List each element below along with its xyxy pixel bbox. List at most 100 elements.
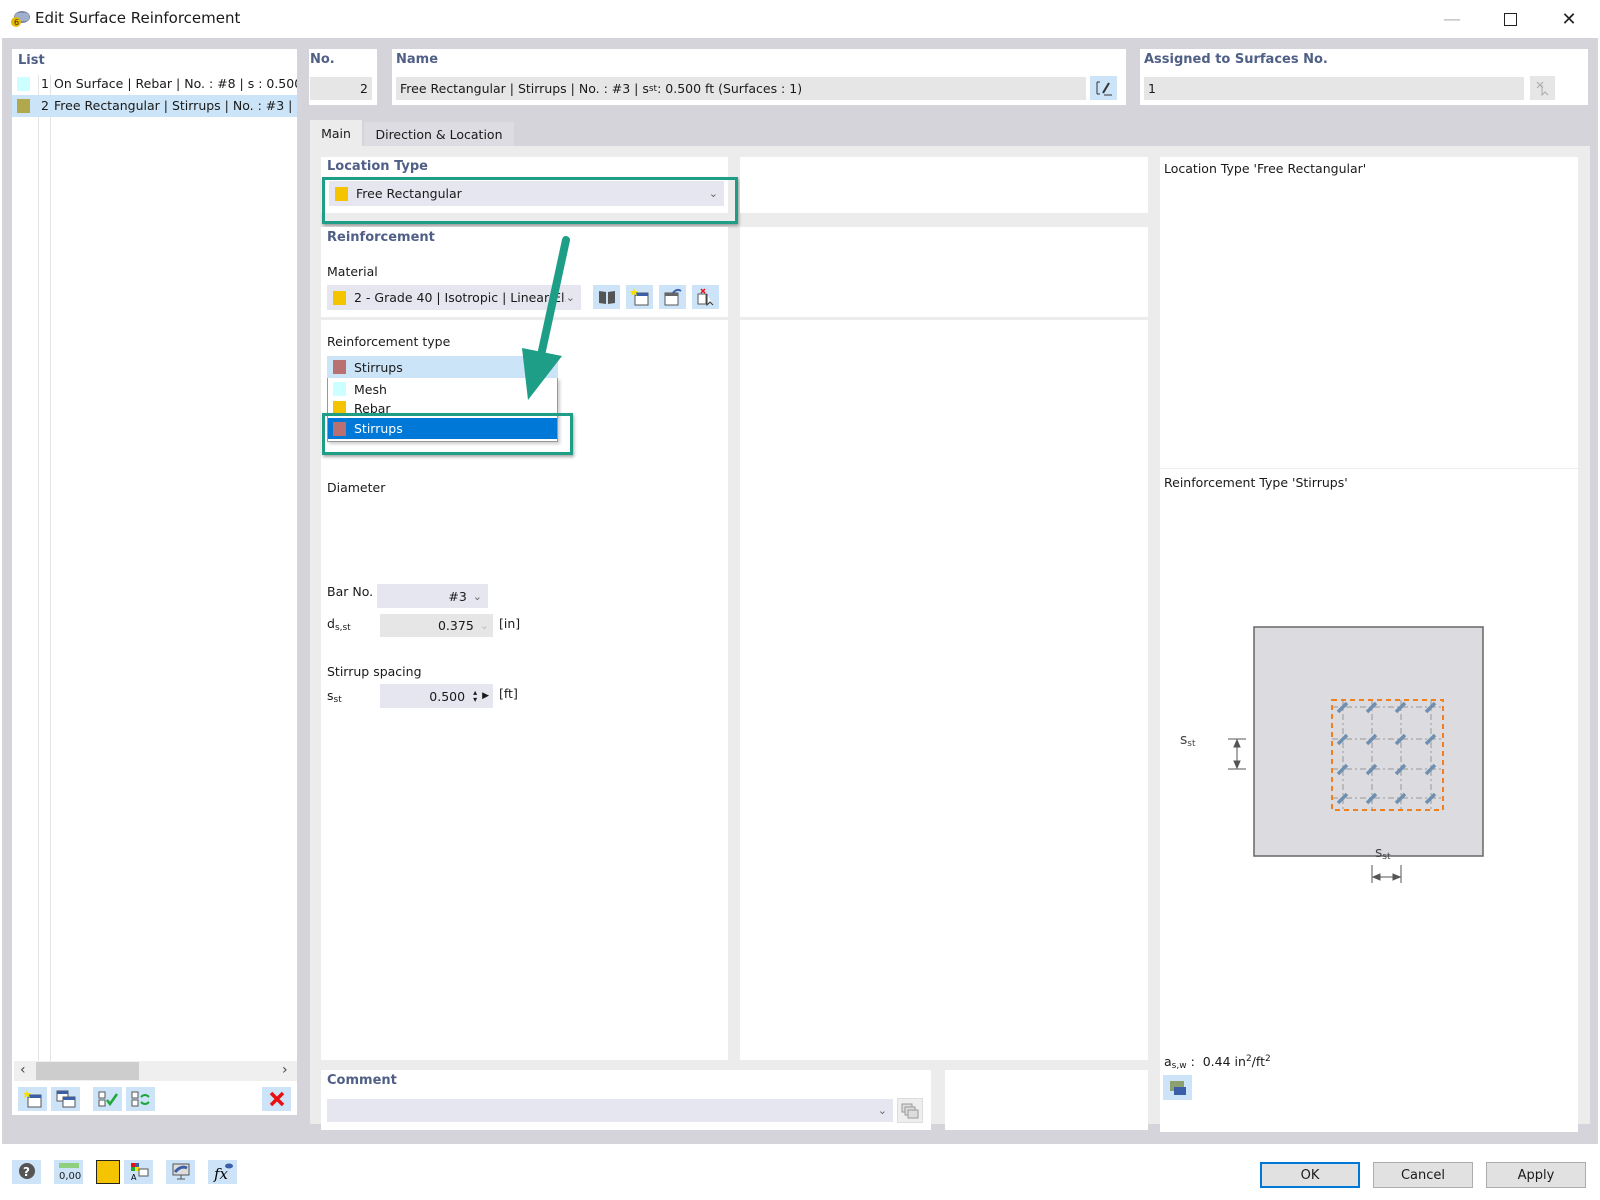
comment-library-button[interactable] bbox=[897, 1098, 923, 1123]
no-panel: No. 2 bbox=[309, 49, 377, 105]
assigned-panel: Assigned to Surfaces No. 1 bbox=[1140, 49, 1588, 105]
pick-material-button[interactable] bbox=[692, 285, 719, 309]
color-button[interactable] bbox=[96, 1160, 120, 1184]
diameter-label: Diameter bbox=[327, 480, 386, 495]
info-panel: Location Type 'Free Rectangular' Reinfor… bbox=[1160, 157, 1578, 1132]
list-item-no: 2 bbox=[41, 98, 49, 113]
ds-field[interactable]: 0.375 ⌄ bbox=[380, 614, 493, 637]
edit-window-icon bbox=[664, 288, 682, 306]
reinforcement-type-label: Reinforcement type bbox=[327, 334, 451, 349]
tab-direction-location[interactable]: Direction & Location bbox=[364, 122, 514, 146]
horizontal-dim-label: sst bbox=[1375, 845, 1391, 862]
view-button[interactable] bbox=[166, 1160, 195, 1184]
close-button[interactable]: ✕ bbox=[1540, 0, 1598, 38]
blank-panel-3 bbox=[740, 320, 1148, 1060]
edit-material-button[interactable] bbox=[659, 285, 686, 309]
list-item-1[interactable]: 1 On Surface | Rebar | No. : #8 | s : 0.… bbox=[12, 73, 297, 95]
new-material-button[interactable] bbox=[626, 285, 653, 309]
tab-bar: Main Direction & Location bbox=[310, 120, 1590, 146]
formula-button[interactable]: fx bbox=[208, 1160, 237, 1184]
check-all-button[interactable] bbox=[93, 1087, 122, 1111]
ds-unit: [in] bbox=[499, 616, 521, 631]
asw-readout: as,w : 0.44 in2/ft2 bbox=[1164, 1054, 1271, 1071]
ok-button[interactable]: OK bbox=[1260, 1162, 1360, 1188]
arrow-head bbox=[522, 348, 562, 400]
delete-icon bbox=[269, 1091, 284, 1107]
title-bar: 6 Edit Surface Reinforcement — ✕ bbox=[0, 0, 1600, 38]
new-window-icon bbox=[629, 288, 648, 306]
minimize-button[interactable]: — bbox=[1423, 0, 1481, 38]
units-button[interactable]: 0,00 bbox=[54, 1160, 83, 1184]
blank-panel-4 bbox=[945, 1070, 1148, 1130]
color-swatch bbox=[17, 99, 30, 113]
bottom-bar bbox=[0, 1144, 1600, 1200]
grid-details-icon bbox=[1169, 1080, 1186, 1095]
copy-windows-icon bbox=[901, 1103, 919, 1118]
toggle-check-button[interactable] bbox=[126, 1087, 155, 1111]
sst-unit: [ft] bbox=[499, 686, 518, 701]
copy-item-button[interactable] bbox=[51, 1087, 80, 1111]
list-item-label: On Surface | Rebar | No. : #8 | s : 0.50… bbox=[54, 76, 297, 91]
name-panel: Name Free Rectangular | Stirrups | No. :… bbox=[392, 49, 1126, 105]
horizontal-scrollbar[interactable]: ‹ › bbox=[14, 1061, 297, 1081]
edit-name-icon bbox=[1096, 81, 1112, 96]
formula-icon: fx bbox=[213, 1163, 233, 1182]
play-arrow-icon[interactable]: ▶ bbox=[482, 691, 489, 701]
scroll-right-icon[interactable]: › bbox=[282, 1062, 288, 1078]
material-library-button[interactable] bbox=[593, 285, 620, 309]
color-swatch bbox=[333, 382, 346, 396]
vertical-dimension bbox=[1228, 738, 1246, 770]
scrollbar-thumb[interactable] bbox=[36, 1062, 139, 1080]
delete-button[interactable] bbox=[262, 1087, 291, 1111]
location-type-caption: Location Type 'Free Rectangular' bbox=[1164, 161, 1367, 176]
chevron-down-icon: ⌄ bbox=[479, 619, 489, 632]
toggle-check-icon bbox=[131, 1091, 150, 1107]
svg-text:A: A bbox=[131, 1173, 137, 1182]
monitor-icon bbox=[172, 1163, 189, 1180]
comment-input[interactable]: ⌄ bbox=[327, 1099, 893, 1122]
svg-text:0,00: 0,00 bbox=[59, 1171, 81, 1182]
reinforcement-details-button[interactable] bbox=[1163, 1075, 1192, 1100]
reinforcement-type-caption: Reinforcement Type 'Stirrups' bbox=[1164, 475, 1348, 490]
display-properties-icon: A bbox=[130, 1163, 148, 1182]
bar-no-select[interactable]: #3 ⌄ bbox=[377, 584, 488, 608]
horizontal-dimension bbox=[1371, 865, 1402, 883]
name-field[interactable]: Free Rectangular | Stirrups | No. : #3 |… bbox=[396, 77, 1086, 100]
new-item-button[interactable] bbox=[18, 1087, 47, 1111]
stirrups-diagram bbox=[1228, 626, 1484, 883]
no-label: No. bbox=[310, 52, 335, 67]
scroll-left-icon[interactable]: ‹ bbox=[20, 1062, 26, 1078]
no-field[interactable]: 2 bbox=[310, 77, 372, 100]
help-button[interactable]: ? bbox=[12, 1160, 41, 1184]
chevron-down-icon: ⌄ bbox=[472, 589, 482, 603]
display-properties-button[interactable]: A bbox=[124, 1160, 153, 1184]
list-item-2[interactable]: 2 Free Rectangular | Stirrups | No. : #3… bbox=[12, 95, 297, 117]
comment-panel: Comment ⌄ bbox=[321, 1070, 931, 1130]
stirrup-spacing-input[interactable]: 0.500 ▴ ▾ ▶ bbox=[380, 684, 493, 708]
pick-surfaces-button[interactable] bbox=[1530, 76, 1555, 100]
cancel-button[interactable]: Cancel bbox=[1373, 1162, 1473, 1188]
name-label: Name bbox=[396, 52, 439, 67]
check-all-icon bbox=[98, 1091, 118, 1107]
maximize-button[interactable] bbox=[1481, 0, 1539, 38]
edit-name-button[interactable] bbox=[1090, 76, 1117, 100]
window-title: Edit Surface Reinforcement bbox=[35, 9, 241, 27]
color-swatch bbox=[333, 360, 346, 374]
svg-text:6: 6 bbox=[14, 18, 19, 27]
list-header: List bbox=[18, 53, 45, 68]
apply-button[interactable]: Apply bbox=[1486, 1162, 1586, 1188]
bar-no-label: Bar No. bbox=[327, 584, 374, 599]
maximize-icon bbox=[1503, 12, 1517, 26]
list-item-no: 1 bbox=[41, 76, 49, 91]
new-item-icon bbox=[22, 1090, 41, 1108]
tab-main[interactable]: Main bbox=[310, 120, 362, 146]
annotation-arrow bbox=[522, 236, 570, 400]
assigned-surfaces-field[interactable]: 1 bbox=[1144, 77, 1524, 100]
sst-label: sst bbox=[327, 688, 342, 705]
chevron-down-icon: ⌄ bbox=[877, 1104, 887, 1117]
ds-label: ds,st bbox=[327, 616, 351, 633]
spinner-icon[interactable]: ▴ ▾ bbox=[473, 689, 477, 704]
stirrup-spacing-label: Stirrup spacing bbox=[327, 664, 422, 679]
vertical-dim-label: sst bbox=[1180, 732, 1196, 749]
decimal-places-icon: 0,00 bbox=[58, 1163, 81, 1182]
